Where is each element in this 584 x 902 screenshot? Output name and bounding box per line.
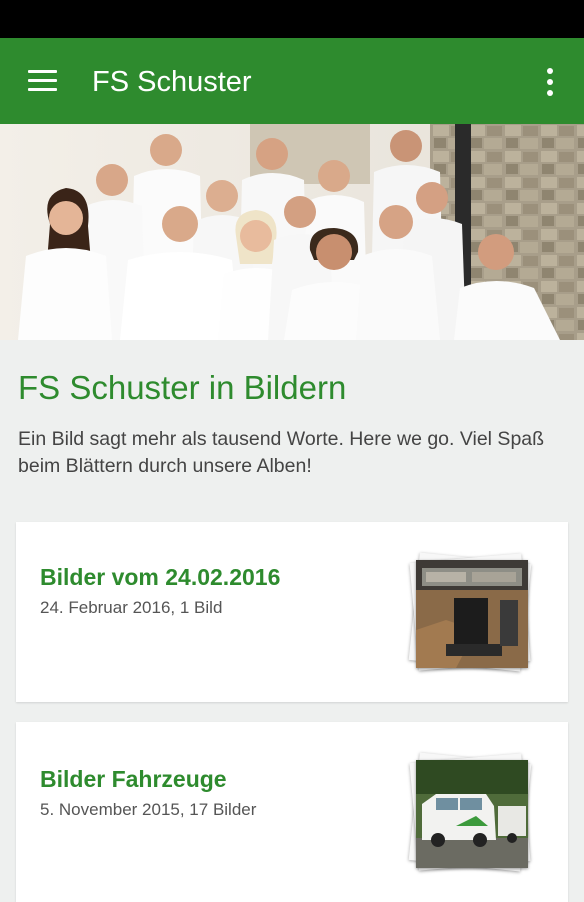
album-card[interactable]: Bilder vom 24.02.2016 24. Februar 2016, …	[16, 522, 568, 702]
hamburger-menu-icon[interactable]	[20, 60, 64, 104]
album-thumbnail	[404, 550, 544, 676]
album-thumbnail	[404, 750, 544, 876]
album-subtitle: 24. Februar 2016, 1 Bild	[40, 598, 223, 617]
team-photo	[0, 124, 584, 340]
intro-text: Ein Bild sagt mehr als tausend Worte. He…	[18, 428, 545, 477]
status-bar	[0, 0, 584, 38]
album-title: Bilder vom 24.02.2016	[40, 564, 281, 590]
album-title: Bilder Fahrzeuge	[40, 766, 227, 792]
page-title: FS Schuster in Bildern	[18, 369, 347, 406]
album-card[interactable]: Bilder Fahrzeuge 5. November 2015, 17 Bi…	[16, 722, 568, 902]
more-vert-icon[interactable]	[530, 60, 570, 104]
app-bar: FS Schuster	[0, 38, 584, 124]
album-subtitle: 5. November 2015, 17 Bilder	[40, 800, 257, 819]
app-title: FS Schuster	[92, 66, 252, 98]
